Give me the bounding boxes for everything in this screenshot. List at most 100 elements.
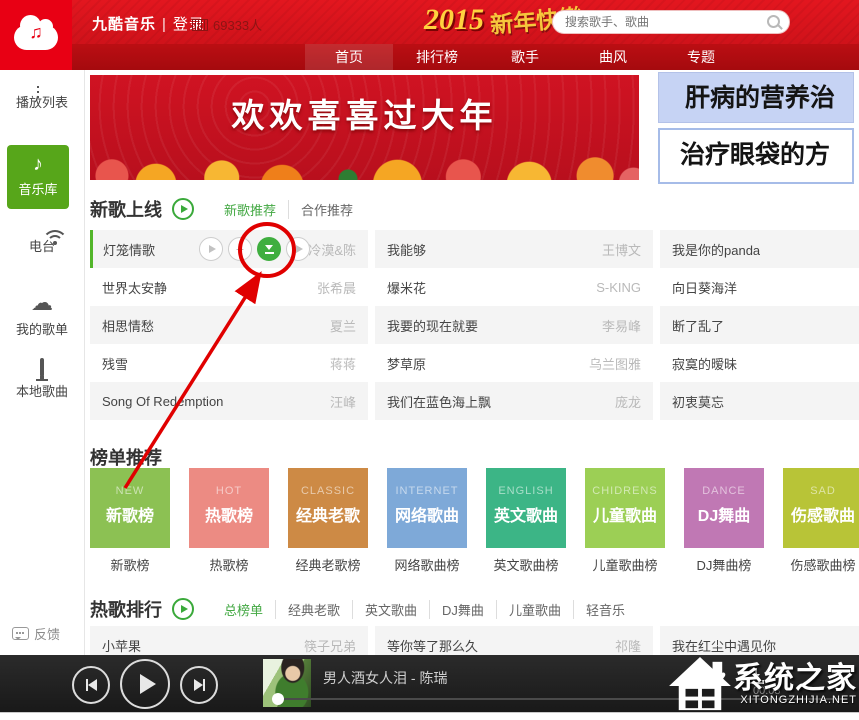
- song-title: 我要的现在就要: [387, 316, 478, 335]
- song-artist: 李易峰: [602, 316, 641, 335]
- song-row[interactable]: 梦草原 乌兰图雅: [375, 344, 653, 382]
- sidebar-item-my-playlists[interactable]: ☁ 我的歌单: [0, 294, 84, 338]
- nav-genre[interactable]: 曲风: [569, 44, 657, 70]
- tab-overall[interactable]: 总榜单: [212, 600, 275, 619]
- sidebar-item-radio[interactable]: 电台: [0, 230, 84, 255]
- chart-card-english[interactable]: ENGLISH 英文歌曲 英文歌曲榜: [486, 468, 566, 574]
- previous-button[interactable]: [72, 666, 110, 704]
- nav-topics[interactable]: 专题: [657, 44, 745, 70]
- song-row-hovered[interactable]: 灯笼情歌 + 冷漠&陈: [90, 230, 368, 268]
- song-row[interactable]: 初衷莫忘: [660, 382, 859, 420]
- song-row[interactable]: 向日葵海洋: [660, 268, 859, 306]
- song-row[interactable]: 爆米花 S-KING: [375, 268, 653, 306]
- card-zh-label: 网络歌曲: [387, 502, 467, 526]
- brand-divider: |: [162, 16, 167, 33]
- song-title: 向日葵海洋: [672, 278, 737, 297]
- song-row[interactable]: 我要的现在就要 李易峰: [375, 306, 653, 344]
- counter-icon: [192, 19, 208, 31]
- chart-card-internet[interactable]: INTERNET 网络歌曲 网络歌曲榜: [387, 468, 467, 574]
- new-songs-header: 新歌上线 新歌推荐 合作推荐: [90, 196, 365, 222]
- download-icon[interactable]: [257, 237, 281, 261]
- song-row[interactable]: 小苹果 筷子兄弟: [90, 626, 368, 655]
- chart-card-dance[interactable]: DANCE DJ舞曲 DJ舞曲榜: [684, 468, 764, 574]
- song-row[interactable]: 等你等了那么久 祁隆: [375, 626, 653, 655]
- card-en-label: CLASSIC: [288, 485, 368, 497]
- new-songs-column-2: 我能够 王博文 爆米花 S-KING 我要的现在就要 李易峰 梦草原 乌兰图雅 …: [375, 230, 653, 420]
- song-row[interactable]: 断了乱了: [660, 306, 859, 344]
- card-zh-label: 新歌榜: [90, 502, 170, 526]
- chart-card-children[interactable]: CHIDRENS 儿童歌曲 儿童歌曲榜: [585, 468, 665, 574]
- sidebar-item-label: 音乐库: [7, 179, 69, 198]
- song-title: 我是你的panda: [672, 240, 760, 259]
- card-caption: 新歌榜: [90, 555, 170, 574]
- song-title: 小苹果: [102, 636, 141, 655]
- sidebar: 播放列表 ♪ 音乐库 电台 ☁ 我的歌单 本地歌曲 反馈: [0, 70, 85, 655]
- main-content: 欢欢喜喜过大年 肝病的营养治 治疗眼袋的方 新歌上线 新歌推荐 合作推荐 灯笼情…: [85, 70, 859, 655]
- online-counter: 69333人: [192, 15, 262, 34]
- chart-cards: NEW 新歌榜 新歌榜 HOT 热歌榜 热歌榜 CLASSIC 经典老歌 经典老…: [90, 468, 859, 574]
- song-row[interactable]: 残雪 蒋蒋: [90, 344, 368, 382]
- monitor-icon: [40, 358, 44, 377]
- hero-banner[interactable]: 欢欢喜喜过大年: [90, 75, 639, 180]
- search-input[interactable]: [552, 10, 790, 34]
- card-en-label: ENGLISH: [486, 485, 566, 497]
- tab-new-recommend[interactable]: 新歌推荐: [212, 200, 288, 219]
- music-note-icon: ♫: [0, 22, 72, 43]
- chart-card-classic[interactable]: CLASSIC 经典老歌 经典老歌榜: [288, 468, 368, 574]
- card-caption: 儿童歌曲榜: [585, 555, 665, 574]
- song-row[interactable]: 我们在蓝色海上飘 庞龙: [375, 382, 653, 420]
- tab-light-music[interactable]: 轻音乐: [573, 600, 637, 619]
- tab-classic[interactable]: 经典老歌: [275, 600, 352, 619]
- song-row[interactable]: 相思情愁 夏兰: [90, 306, 368, 344]
- song-artist: 张希晨: [317, 278, 356, 297]
- play-icon[interactable]: [199, 237, 223, 261]
- app-logo[interactable]: ♫: [0, 0, 72, 70]
- tab-english[interactable]: 英文歌曲: [352, 600, 429, 619]
- song-title: 梦草原: [387, 354, 426, 373]
- card-zh-label: 伤感歌曲: [783, 502, 859, 526]
- ad-link[interactable]: 肝病的营养治: [658, 72, 854, 123]
- sidebar-item-label: 我的歌单: [0, 319, 84, 338]
- song-row[interactable]: 我是你的panda: [660, 230, 859, 268]
- sidebar-item-local-songs[interactable]: 本地歌曲: [0, 360, 84, 400]
- share-icon[interactable]: [286, 237, 310, 261]
- hot-songs-header: 热歌排行 总榜单 经典老歌 英文歌曲 DJ舞曲 儿童歌曲 轻音乐: [90, 596, 637, 622]
- play-button[interactable]: [120, 659, 170, 709]
- sidebar-item-playlist[interactable]: 播放列表: [0, 86, 84, 111]
- ad-link[interactable]: 治疗眼袋的方: [658, 128, 854, 184]
- song-row[interactable]: 我能够 王博文: [375, 230, 653, 268]
- search-icon[interactable]: [767, 15, 780, 28]
- sidebar-item-label: 播放列表: [0, 92, 84, 111]
- song-artist: 冷漠&陈: [308, 240, 356, 259]
- card-caption: 伤感歌曲榜: [783, 555, 859, 574]
- song-title: 世界太安静: [102, 278, 167, 297]
- card-en-label: HOT: [189, 485, 269, 497]
- tab-dj[interactable]: DJ舞曲: [429, 600, 496, 619]
- chart-card-sad[interactable]: SAD 伤感歌曲 伤感歌曲榜: [783, 468, 859, 574]
- card-caption: 热歌榜: [189, 555, 269, 574]
- feedback-label: 反馈: [34, 624, 60, 643]
- chart-card-hot[interactable]: HOT 热歌榜 热歌榜: [189, 468, 269, 574]
- card-en-label: DANCE: [684, 485, 764, 497]
- card-zh-label: 经典老歌: [288, 502, 368, 526]
- song-row[interactable]: Song Of Redemption 汪峰: [90, 382, 368, 420]
- song-artist: 祁隆: [615, 636, 641, 655]
- feedback-button[interactable]: 反馈: [12, 624, 60, 643]
- song-row[interactable]: 世界太安静 张希晨: [90, 268, 368, 306]
- song-title: 初衷莫忘: [672, 392, 724, 411]
- chart-card-new[interactable]: NEW 新歌榜 新歌榜: [90, 468, 170, 574]
- nav-artists[interactable]: 歌手: [481, 44, 569, 70]
- song-artist: S-KING: [596, 280, 641, 295]
- nav-home[interactable]: 首页: [305, 44, 393, 70]
- tab-coop-recommend[interactable]: 合作推荐: [288, 200, 365, 219]
- sidebar-item-music-library[interactable]: ♪ 音乐库: [7, 145, 69, 209]
- tab-children[interactable]: 儿童歌曲: [496, 600, 573, 619]
- play-all-icon[interactable]: [172, 198, 194, 220]
- next-button[interactable]: [180, 666, 218, 704]
- add-icon[interactable]: +: [228, 237, 252, 261]
- song-row[interactable]: 寂寞的暧昧: [660, 344, 859, 382]
- progress-handle[interactable]: [272, 693, 284, 705]
- play-all-icon[interactable]: [172, 598, 194, 620]
- nav-ranking[interactable]: 排行榜: [393, 44, 481, 70]
- song-row[interactable]: 我在红尘中遇见你: [660, 626, 859, 655]
